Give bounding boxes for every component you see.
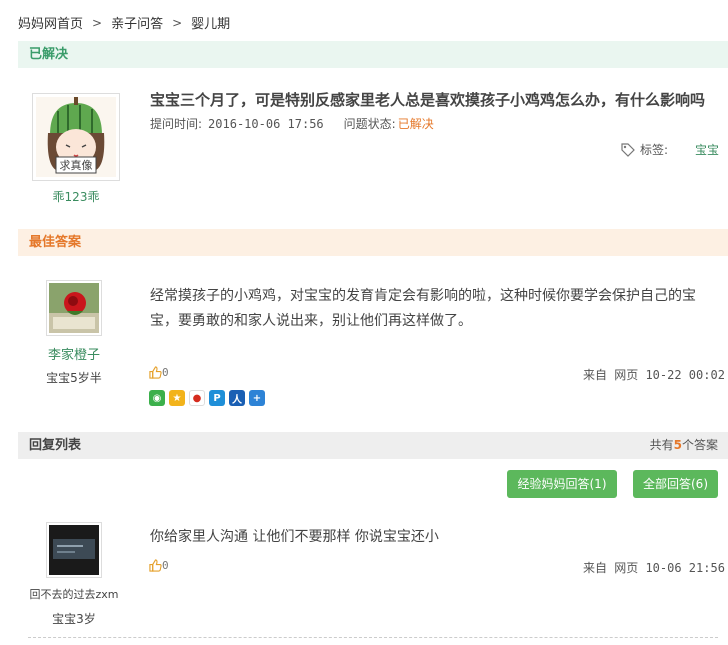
reply-list-title: 回复列表 bbox=[29, 438, 82, 453]
tag-label: 标签: bbox=[640, 143, 669, 157]
reply-text: 你给家里人沟通 让他们不要那样 你说宝宝还小 bbox=[150, 529, 439, 545]
breadcrumb-home[interactable]: 妈妈网首页 bbox=[18, 13, 83, 32]
experienced-mom-answers-button[interactable]: 经验妈妈回答(1) bbox=[507, 470, 617, 498]
answer-count: 共有5个答案 bbox=[650, 432, 718, 459]
reply-source: 来自 网页 10-06 21:56 bbox=[583, 561, 725, 575]
time-label: 提问时间: bbox=[150, 117, 203, 131]
avatar-illustration: 求真像 bbox=[36, 97, 116, 177]
answer-source: 来自 网页 10-22 00:02 bbox=[583, 368, 725, 382]
svg-text:求真像: 求真像 bbox=[60, 158, 93, 172]
rose-image-icon bbox=[49, 283, 99, 333]
question-title: 宝宝三个月了，可是特别反感家里老人总是喜欢摸孩子小鸡鸡怎么办，有什么影响吗 bbox=[150, 91, 706, 109]
chevron-right-icon: > bbox=[92, 15, 103, 30]
asker-avatar[interactable]: 求真像 bbox=[32, 93, 120, 181]
thumbs-up-icon bbox=[149, 366, 162, 379]
question-meta: 提问时间: 2016-10-06 17:56 问题状态: 已解决 bbox=[150, 115, 434, 132]
like-count: 0 bbox=[162, 366, 169, 379]
wechat-icon[interactable]: ◉ bbox=[149, 390, 165, 406]
reply-user-role: 宝宝3岁 bbox=[52, 612, 96, 626]
tag-icon bbox=[621, 142, 635, 157]
like-count: 0 bbox=[162, 559, 169, 572]
chevron-right-icon: > bbox=[172, 15, 183, 30]
count-number: 5 bbox=[673, 438, 682, 452]
pengyou-icon[interactable]: P bbox=[209, 390, 225, 406]
more-share-icon[interactable]: + bbox=[249, 390, 265, 406]
reply-user-name[interactable]: 回不去的过去zxm bbox=[22, 586, 126, 602]
tag-link[interactable]: 宝宝 bbox=[695, 141, 719, 158]
weibo-icon[interactable]: ● bbox=[189, 390, 205, 406]
best-answer-text: 经常摸孩子的小鸡鸡，对宝宝的发育肯定会有影响的啦，这种时候你要学会保护自己的宝宝… bbox=[150, 288, 696, 329]
tag-row: 标签: 宝宝 bbox=[620, 141, 719, 158]
renren-icon[interactable]: 人 bbox=[229, 390, 245, 406]
answerer-avatar[interactable] bbox=[46, 280, 102, 336]
asker-name[interactable]: 乖123乖 bbox=[32, 188, 120, 205]
qzone-icon[interactable]: ★ bbox=[169, 390, 185, 406]
best-answer-like[interactable]: 0 bbox=[149, 366, 169, 379]
all-answers-button[interactable]: 全部回答(6) bbox=[633, 470, 718, 498]
breadcrumb-qa[interactable]: 亲子问答 bbox=[111, 13, 163, 32]
reply-like[interactable]: 0 bbox=[149, 559, 169, 572]
count-suffix: 个答案 bbox=[681, 438, 718, 452]
breadcrumb-infancy[interactable]: 婴儿期 bbox=[191, 13, 230, 32]
thumbs-up-icon bbox=[149, 559, 162, 572]
status-label: 问题状态: bbox=[343, 117, 396, 131]
best-answer-header: 最佳答案 bbox=[18, 229, 728, 256]
photo-image-icon bbox=[49, 525, 99, 575]
solved-section-header: 已解决 bbox=[18, 41, 728, 68]
breadcrumb: 妈妈网首页 > 亲子问答 > 婴儿期 bbox=[18, 13, 230, 33]
answerer-role: 宝宝5岁半 bbox=[46, 371, 102, 385]
share-bar: ◉ ★ ● P 人 + bbox=[149, 390, 265, 406]
count-prefix: 共有 bbox=[649, 438, 674, 452]
reply-avatar[interactable] bbox=[46, 522, 102, 578]
reply-list-header: 回复列表 共有5个答案 bbox=[18, 432, 728, 459]
divider bbox=[28, 637, 718, 638]
question-time: 2016-10-06 17:56 bbox=[208, 116, 324, 131]
answerer-name[interactable]: 李家橙子 bbox=[36, 344, 112, 363]
status-badge: 已解决 bbox=[397, 117, 434, 131]
